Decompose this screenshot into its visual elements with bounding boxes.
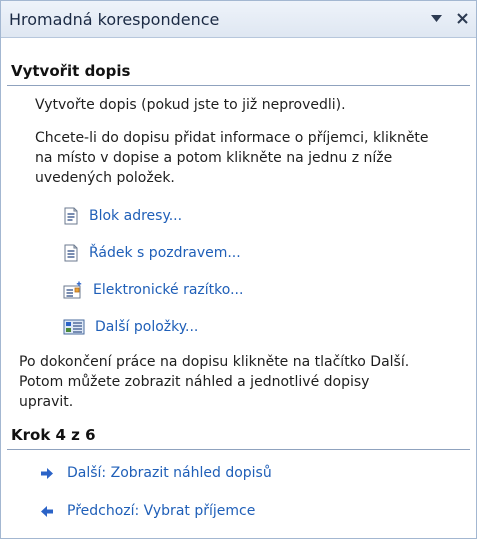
more-items-label[interactable]: Další položky... <box>95 319 198 335</box>
more-items-link[interactable]: Další položky... <box>63 315 476 339</box>
address-block-label[interactable]: Blok adresy... <box>89 208 182 224</box>
previous-step-link[interactable]: Předchozí: Vybrat příjemce <box>41 500 476 522</box>
more-items-icon <box>63 319 85 335</box>
address-block-icon <box>64 207 78 225</box>
finish-text: Po dokončení práce na dopisu klikněte na… <box>19 352 464 412</box>
arrow-left-icon <box>41 505 53 517</box>
finish-line: Po dokončení práce na dopisu klikněte na… <box>19 354 410 370</box>
section-heading-step: Krok 4 z 6 <box>7 422 470 450</box>
next-step-link[interactable]: Další: Zobrazit náhled dopisů <box>41 462 476 484</box>
pane-controls <box>428 10 470 26</box>
instructions-line: na místo v dopise a potom klikněte na je… <box>35 150 393 166</box>
greeting-line-icon <box>64 244 78 262</box>
instructions-line: uvedených položek. <box>35 170 175 186</box>
electronic-postage-link[interactable]: Elektronické razítko... <box>63 278 476 302</box>
finish-line: upravit. <box>19 394 74 410</box>
previous-step-label[interactable]: Předchozí: Vybrat příjemce <box>67 503 255 519</box>
chevron-down-icon <box>430 14 442 22</box>
pane-close-button[interactable] <box>454 10 470 26</box>
pane-menu-dropdown[interactable] <box>428 10 444 26</box>
arrow-right-icon <box>41 467 53 479</box>
instructions-text: Chcete-li do dopisu přidat informace o p… <box>35 128 464 188</box>
intro-text: Vytvořte dopis (pokud jste to již neprov… <box>35 97 346 113</box>
next-step-label[interactable]: Další: Zobrazit náhled dopisů <box>67 465 272 481</box>
electronic-postage-label[interactable]: Elektronické razítko... <box>93 282 243 298</box>
mail-merge-task-pane: Hromadná korespondence Vytvořit dopis Vy… <box>0 0 477 539</box>
pane-titlebar: Hromadná korespondence <box>1 1 476 38</box>
address-block-link[interactable]: Blok adresy... <box>63 204 476 228</box>
pane-title: Hromadná korespondence <box>9 9 220 29</box>
close-icon <box>456 12 468 24</box>
section-heading-write-letter: Vytvořit dopis <box>7 58 470 86</box>
greeting-line-link[interactable]: Řádek s pozdravem... <box>63 241 476 265</box>
finish-line: Potom můžete zobrazit náhled a jednotliv… <box>19 374 370 390</box>
instructions-line: Chcete-li do dopisu přidat informace o p… <box>35 130 429 146</box>
electronic-postage-icon <box>63 281 82 299</box>
greeting-line-label[interactable]: Řádek s pozdravem... <box>89 245 241 261</box>
